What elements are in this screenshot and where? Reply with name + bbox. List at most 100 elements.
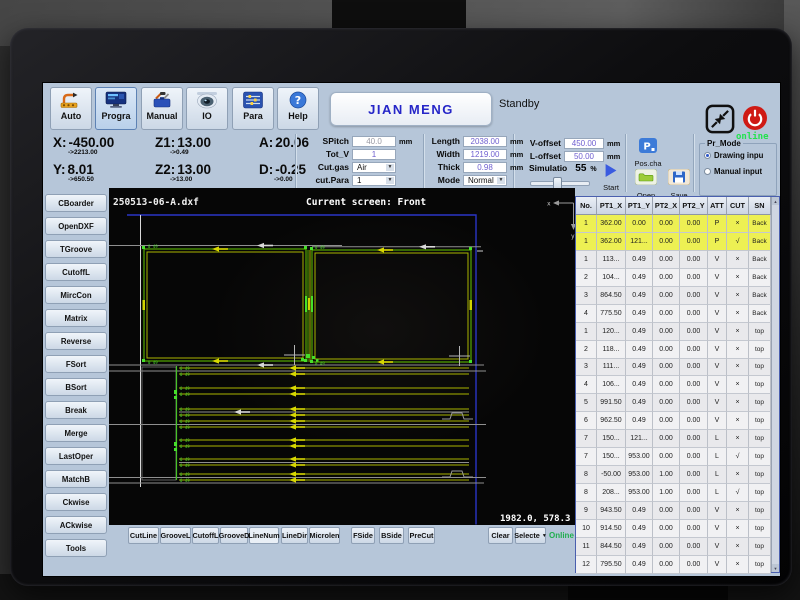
table-row[interactable]: 3 111... 0.49 0.00 0.00 V × top	[576, 359, 779, 377]
sidebar-button[interactable]: TGroove	[45, 240, 107, 258]
svg-text:0 49: 0 49	[180, 366, 190, 371]
waste-strip-box	[142, 367, 176, 480]
sidebar-button[interactable]: Ckwise	[45, 493, 107, 511]
table-row[interactable]: 2 118... 0.49 0.00 0.00 V × top	[576, 341, 779, 359]
table-row[interactable]: 5 991.50 0.49 0.00 0.00 V × top	[576, 394, 779, 412]
bottom-button-fside[interactable]: FSide	[351, 527, 375, 544]
bottom-button-linedir[interactable]: LineDir	[281, 527, 308, 544]
table-row[interactable]: 3 864.50 0.49 0.00 0.00 V × Back	[576, 287, 779, 305]
sidebar-button[interactable]: Reverse	[45, 332, 107, 350]
voffset-field[interactable]: 450.00	[564, 138, 604, 149]
table-row[interactable]: 1 362.00 121... 0.00 0.00 P √ Back	[576, 233, 779, 251]
table-row[interactable]: 10 914.50 0.49 0.00 0.00 V × top	[576, 520, 779, 538]
svg-text:0 49: 0 49	[180, 386, 190, 391]
bottom-button-groovel[interactable]: GrooveL	[160, 527, 191, 544]
position-p-icon: P	[639, 138, 657, 158]
svg-text:P: P	[643, 142, 650, 153]
table-row[interactable]: 11 844.50 0.49 0.00 0.00 V × top	[576, 538, 779, 556]
mode-select[interactable]: Normal▼	[463, 175, 507, 186]
pos-change-button[interactable]: P Pos.cha	[631, 138, 665, 168]
machine-title-button[interactable]: JIAN MENG	[330, 92, 492, 126]
chevron-down-icon[interactable]: ▼	[386, 164, 394, 171]
online-toggle-label[interactable]: Online	[549, 531, 574, 540]
mid-edge-ticks	[143, 298, 473, 310]
cutgas-select[interactable]: Air▼	[352, 162, 396, 173]
coord-x: X:-450.00 ->2213.00	[53, 135, 114, 156]
open-button[interactable]: Open	[631, 169, 661, 199]
table-row[interactable]: 8 208... 953.00 1.00 0.00 L √ top	[576, 484, 779, 502]
sidebar-button[interactable]: MircCon	[45, 286, 107, 304]
manual-tools-icon	[151, 90, 173, 110]
table-row[interactable]: 6 962.50 0.49 0.00 0.00 V × top	[576, 412, 779, 430]
table-row[interactable]: 1 362.00 0.00 0.00 0.00 P × Back	[576, 215, 779, 233]
toolbar-button-para[interactable]: Para	[232, 87, 274, 130]
table-row[interactable]: 1 113... 0.49 0.00 0.00 V × Back	[576, 251, 779, 269]
sidebar-button[interactable]: OpenDXF	[45, 217, 107, 235]
sidebar-button[interactable]: Merge	[45, 424, 107, 442]
sidebar-button[interactable]: LastOper	[45, 447, 107, 465]
bottom-button-grooved[interactable]: GrooveD	[220, 527, 248, 544]
table-row[interactable]: 9 943.50 0.49 0.00 0.00 V × top	[576, 502, 779, 520]
chevron-down-icon[interactable]: ▼	[386, 177, 394, 184]
sidebar-button[interactable]: CBoarder	[45, 194, 107, 212]
table-scrollbar[interactable]: ▲ ▼	[771, 197, 779, 572]
sidebar-button[interactable]: CutoffL	[45, 263, 107, 281]
totv-field[interactable]: 1	[352, 149, 396, 160]
toolbar-button-io[interactable]: IO	[186, 87, 228, 130]
bottom-button-cutoffl[interactable]: CutoffL	[192, 527, 219, 544]
table-row[interactable]: 7 150... 953.00 0.00 0.00 L √ top	[576, 448, 779, 466]
sidebar-button[interactable]: FSort	[45, 355, 107, 373]
chevron-down-icon[interactable]: ▼	[497, 177, 505, 184]
table-row[interactable]: 4 775.50 0.49 0.00 0.00 V × Back	[576, 305, 779, 323]
bottom-button-linenum[interactable]: LineNum	[249, 527, 279, 544]
scroll-up-icon[interactable]: ▲	[772, 197, 779, 205]
panel-outlines	[144, 249, 471, 362]
sidebar-button[interactable]: BSort	[45, 378, 107, 396]
toolbar-button-manual[interactable]: Manual	[141, 87, 183, 130]
loffset-field[interactable]: 50.00	[564, 151, 604, 162]
width-field[interactable]: 1219.00	[463, 149, 507, 160]
table-row[interactable]: 7 150... 121... 0.00 0.00 L × top	[576, 430, 779, 448]
thick-field[interactable]: 0.98	[463, 162, 507, 173]
sidebar-button[interactable]: ACkwise	[45, 516, 107, 534]
table-row[interactable]: 12 795.50 0.49 0.00 0.00 V × top	[576, 556, 779, 574]
sidebar-button[interactable]: MatchB	[45, 470, 107, 488]
save-button[interactable]: Save	[664, 169, 694, 199]
bottom-button-microlen[interactable]: Microlen	[309, 527, 340, 544]
power-button[interactable]	[742, 105, 768, 131]
cutpara-select[interactable]: 1▼	[352, 175, 396, 186]
table-row[interactable]: 8 -50.00 953.00 1.00 0.00 L × top	[576, 466, 779, 484]
sidebar-button[interactable]: Break	[45, 401, 107, 419]
svg-text:0 49: 0 49	[180, 478, 190, 483]
table-row[interactable]: 4 106... 0.49 0.00 0.00 V × top	[576, 376, 779, 394]
scroll-down-icon[interactable]: ▼	[772, 564, 779, 572]
bottom-button-clear[interactable]: Clear	[488, 527, 513, 544]
toolbar-button-auto[interactable]: Auto	[50, 87, 92, 130]
simulation-slider[interactable]	[530, 181, 590, 186]
pr-mode-title: Pr_Mode	[705, 139, 743, 148]
coord-z1: Z1:13.00 ->0.49	[155, 135, 211, 156]
spitch-field[interactable]: 40.0	[352, 136, 396, 147]
start-button[interactable]: Start	[595, 163, 627, 193]
length-field[interactable]: 2038.00	[463, 136, 507, 147]
toolbar-button-help[interactable]: ? Help	[277, 87, 319, 130]
table-row[interactable]: 1 120... 0.49 0.00 0.00 V × top	[576, 323, 779, 341]
bottom-button-select[interactable]: Selecte▼	[515, 527, 546, 544]
table-row[interactable]: 2 104... 0.49 0.00 0.00 V × Back	[576, 269, 779, 287]
para-settings-icon	[242, 90, 264, 110]
restore-window-button[interactable]	[705, 104, 735, 134]
cursor-position-readout: 1982.0, 578.3	[500, 514, 570, 524]
bottom-button-bside[interactable]: BSide	[379, 527, 404, 544]
tick-labels: 0 490 49 0 490 49 0 490 49 0 490 49 0 49…	[148, 244, 325, 483]
cad-canvas[interactable]: 0 490 49 0 490 49 0 490 49 0 490 49 0 49…	[109, 188, 575, 525]
bottom-button-precut[interactable]: PreCut	[408, 527, 435, 544]
toolbar-button-program[interactable]: Progra	[95, 87, 137, 130]
svg-text:?: ?	[295, 94, 301, 107]
coord-z2-target: ->13.00	[170, 176, 211, 183]
sidebar-button[interactable]: Tools	[45, 539, 107, 557]
sidebar-button[interactable]: Matrix	[45, 309, 107, 327]
bottom-button-cutline[interactable]: CutLine	[128, 527, 159, 544]
thick-row: Thick 0.98 mm	[428, 161, 523, 173]
pr-mode-option[interactable]: Manual input	[704, 167, 776, 176]
pr-mode-option[interactable]: Drawing inpu	[704, 151, 776, 160]
